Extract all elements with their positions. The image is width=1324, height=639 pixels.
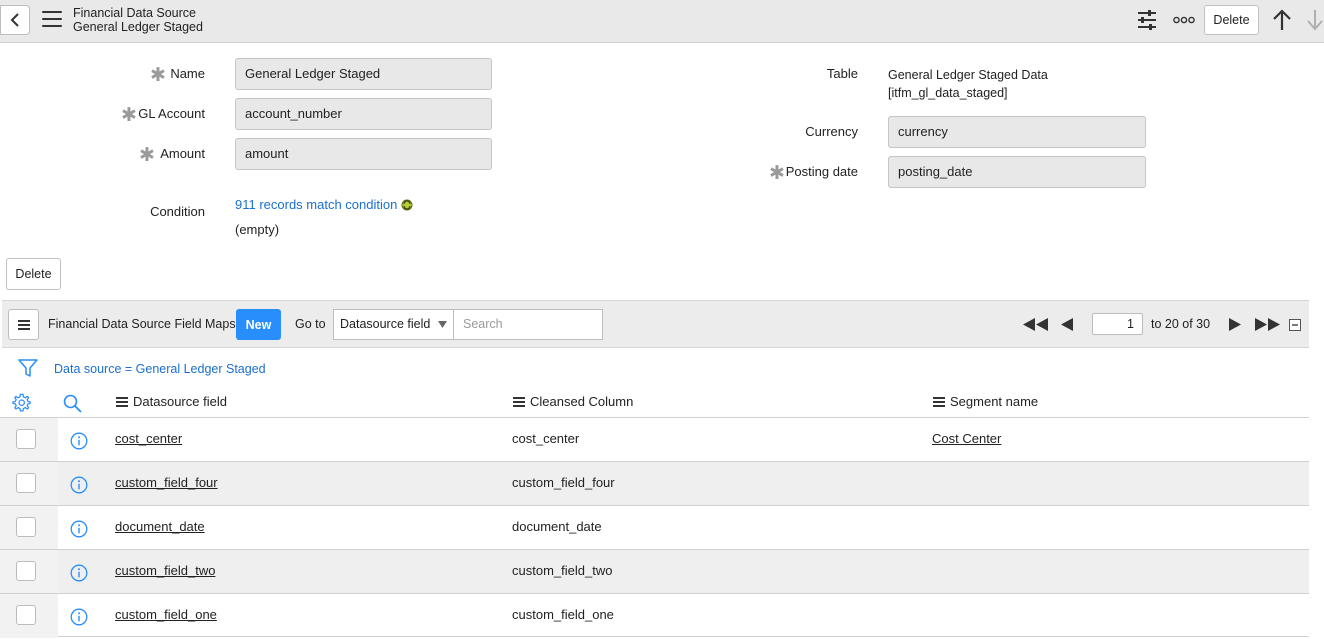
- amount-field[interactable]: amount: [235, 138, 492, 170]
- datasource-field-link[interactable]: cost_center: [115, 431, 182, 446]
- title-line1: Financial Data Source: [73, 6, 196, 20]
- condition-link-wrap: 911 records match condition: [235, 197, 413, 212]
- row-checkbox[interactable]: [16, 429, 36, 449]
- cleansed-column-cell: cost_center: [512, 431, 580, 446]
- info-icon[interactable]: [70, 564, 88, 582]
- table-value-id: [itfm_gl_data_staged]: [888, 86, 1008, 100]
- row-checkbox[interactable]: [16, 473, 36, 493]
- gear-icon[interactable]: [12, 393, 31, 412]
- table-value-name: General Ledger Staged Data: [888, 68, 1048, 82]
- posting-date-field[interactable]: posting_date: [888, 156, 1146, 188]
- previous-page-icon[interactable]: [1061, 318, 1073, 331]
- settings-sliders-icon[interactable]: [1136, 9, 1158, 31]
- posting-date-label: Posting date: [785, 164, 858, 179]
- table-row: custom_field_two custom_field_two: [0, 549, 1309, 594]
- table-row: custom_field_one custom_field_one: [0, 593, 1309, 638]
- first-page-icon[interactable]: [1023, 318, 1048, 331]
- search-input[interactable]: Search: [453, 309, 603, 340]
- filter-breadcrumb[interactable]: Data source = General Ledger Staged: [54, 362, 266, 376]
- gl-account-label: GL Account: [138, 106, 205, 121]
- table-row: document_date document_date: [0, 505, 1309, 550]
- column-menu-icon: [933, 396, 945, 407]
- condition-link[interactable]: 911 records match condition: [235, 197, 397, 212]
- info-icon[interactable]: [70, 476, 88, 494]
- condition-label: Condition: [150, 204, 205, 219]
- delete-button[interactable]: Delete: [1204, 5, 1259, 35]
- currency-field[interactable]: currency: [888, 116, 1146, 148]
- menu-icon[interactable]: [42, 11, 62, 29]
- column-header-segment-name[interactable]: Segment name: [933, 394, 1038, 409]
- datasource-field-link[interactable]: document_date: [115, 519, 205, 534]
- cleansed-column-cell: custom_field_two: [512, 563, 613, 578]
- refresh-icon[interactable]: [401, 198, 413, 212]
- column-label: Segment name: [950, 394, 1039, 409]
- chevron-left-icon: [10, 13, 19, 27]
- table-row: custom_field_four custom_field_four: [0, 461, 1309, 506]
- name-label: Name: [170, 66, 205, 81]
- cleansed-column-cell: document_date: [512, 519, 602, 534]
- column-header-cleansed-column[interactable]: Cleansed Column: [513, 394, 633, 409]
- new-button[interactable]: New: [236, 309, 281, 340]
- column-header-datasource-field[interactable]: Datasource field: [116, 394, 227, 409]
- column-menu-icon: [116, 396, 128, 407]
- column-label: Datasource field: [133, 394, 227, 409]
- list-menu-button[interactable]: [8, 309, 39, 340]
- amount-label: Amount: [160, 146, 205, 161]
- table-label: Table: [826, 66, 858, 81]
- related-list-header: Financial Data Source Field Maps New Go …: [2, 300, 1309, 348]
- name-field[interactable]: General Ledger Staged: [235, 58, 492, 90]
- row-checkbox[interactable]: [16, 605, 36, 625]
- page-range: to 20 of 30: [1151, 317, 1211, 331]
- page-input[interactable]: 1: [1092, 313, 1143, 335]
- goto-label: Go to: [295, 317, 326, 331]
- column-label: Cleansed Column: [530, 394, 634, 409]
- page-title: Financial Data Source General Ledger Sta…: [73, 6, 203, 34]
- row-checkbox[interactable]: [16, 561, 36, 581]
- next-page-icon[interactable]: [1229, 318, 1241, 331]
- info-icon[interactable]: [70, 608, 88, 626]
- list-menu-icon: [17, 319, 30, 330]
- table-value: General Ledger Staged Data [itfm_gl_data…: [888, 66, 1048, 102]
- list-title: Financial Data Source Field Maps: [48, 317, 236, 331]
- back-button[interactable]: [0, 5, 30, 35]
- collapse-icon[interactable]: [1289, 319, 1301, 331]
- datasource-field-link[interactable]: custom_field_two: [115, 563, 215, 578]
- gl-account-field[interactable]: account_number: [235, 98, 492, 130]
- search-icon[interactable]: [63, 394, 82, 413]
- row-checkbox[interactable]: [16, 517, 36, 537]
- condition-value: (empty): [235, 222, 280, 237]
- goto-field-select[interactable]: Datasource field: [333, 309, 454, 340]
- arrow-up-icon[interactable]: [1272, 9, 1292, 31]
- dropdown-arrow-icon: [438, 321, 447, 328]
- cleansed-column-cell: custom_field_four: [512, 475, 615, 490]
- goto-field-value: Datasource field: [340, 317, 431, 331]
- info-icon[interactable]: [70, 520, 88, 538]
- datasource-field-link[interactable]: custom_field_four: [115, 475, 218, 490]
- more-options-icon[interactable]: [1173, 15, 1195, 25]
- segment-name-link[interactable]: Cost Center: [932, 431, 1001, 446]
- table-row: cost_center cost_center Cost Center: [0, 417, 1309, 462]
- form-header: Financial Data Source General Ledger Sta…: [0, 0, 1324, 43]
- delete-form-button[interactable]: Delete: [6, 258, 61, 290]
- currency-label: Currency: [805, 124, 858, 139]
- arrow-down-icon[interactable]: [1306, 9, 1324, 31]
- info-icon[interactable]: [70, 432, 88, 450]
- title-line2: General Ledger Staged: [73, 20, 203, 34]
- datasource-field-link[interactable]: custom_field_one: [115, 607, 217, 622]
- cleansed-column-cell: custom_field_one: [512, 607, 614, 622]
- column-menu-icon: [513, 396, 525, 407]
- last-page-icon[interactable]: [1255, 318, 1280, 331]
- filter-icon[interactable]: [18, 358, 38, 378]
